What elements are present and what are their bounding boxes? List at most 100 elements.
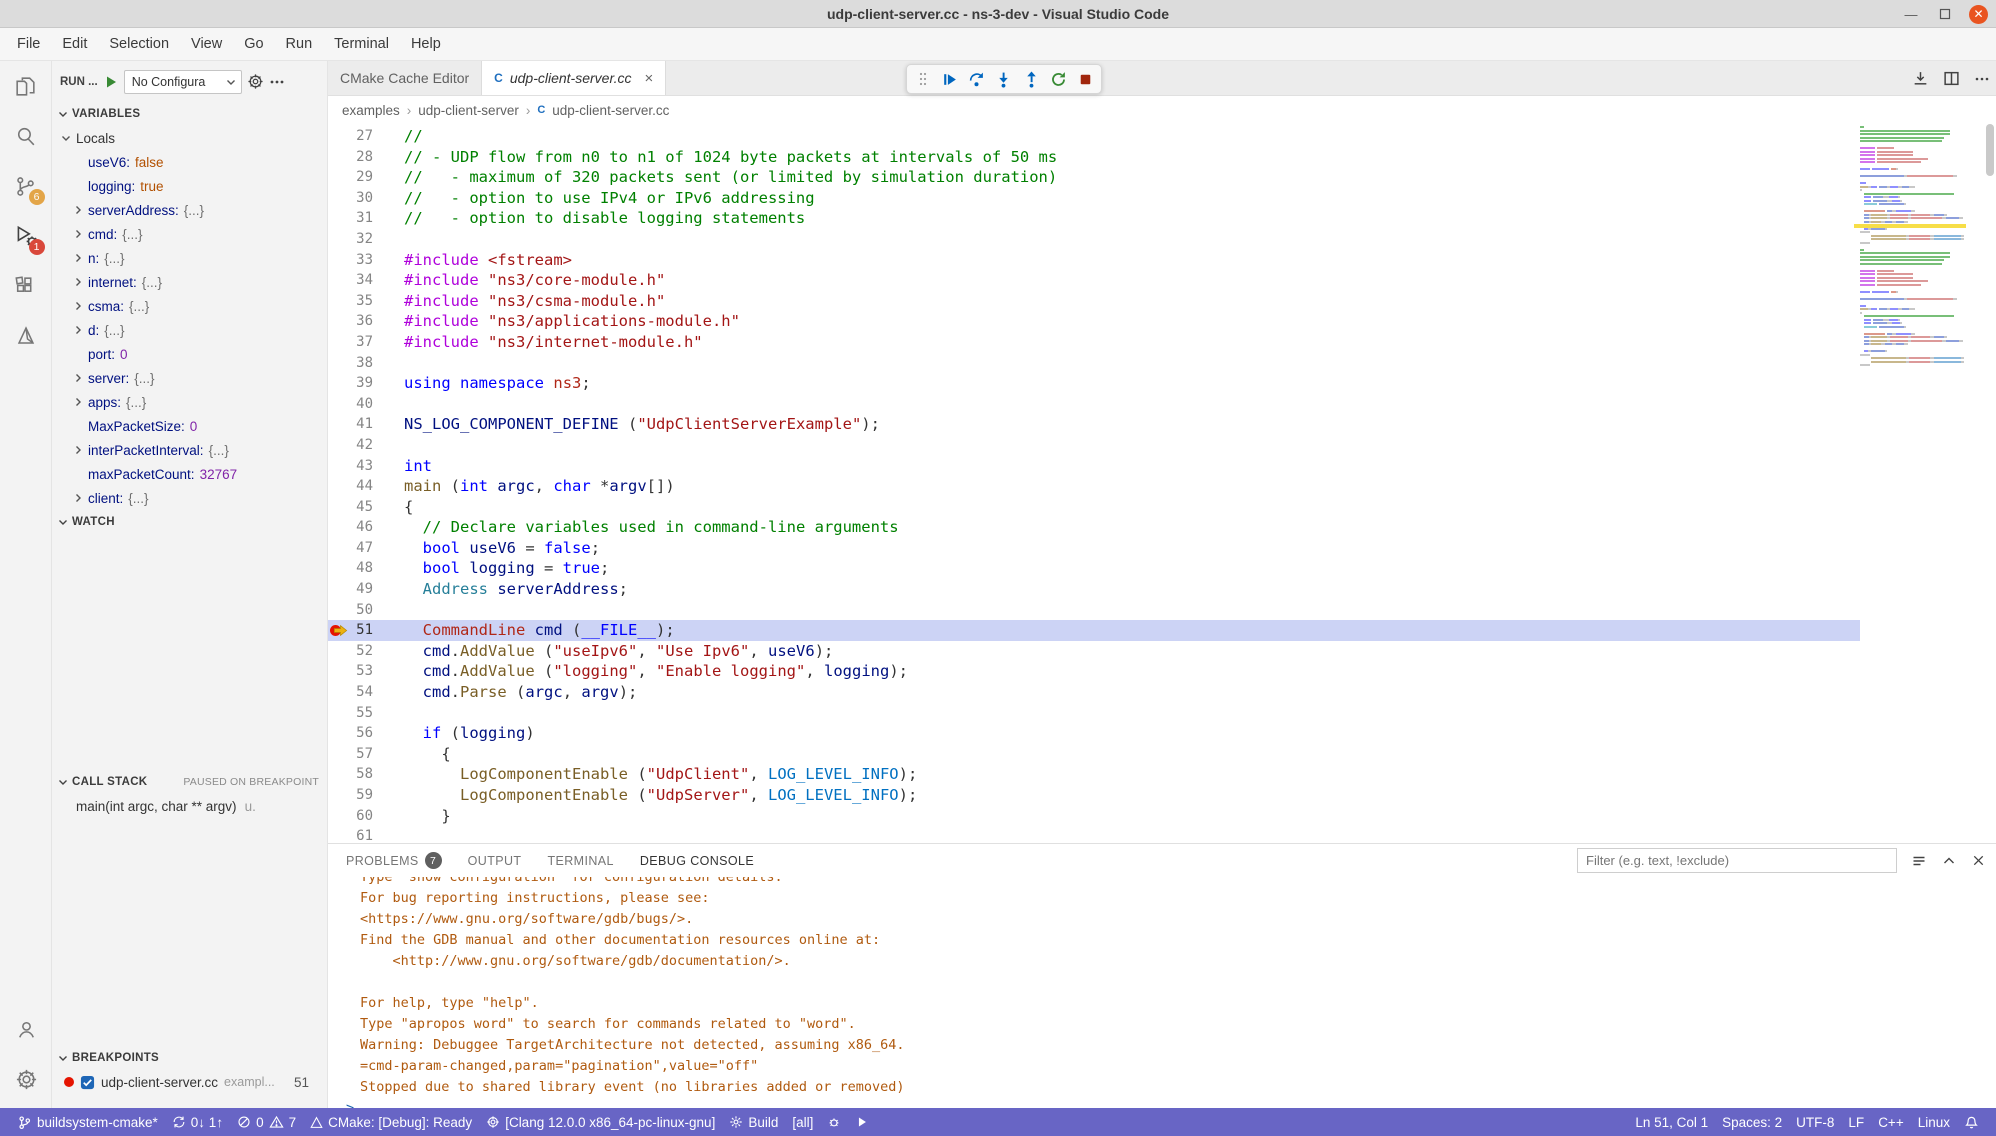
variable-row[interactable]: cmd:{...}: [52, 222, 327, 246]
gutter-glyph-margin[interactable]: [328, 126, 350, 147]
gutter-glyph-margin[interactable]: [328, 147, 350, 168]
variables-scope-locals[interactable]: Locals: [52, 126, 327, 150]
eol-item[interactable]: LF: [1841, 1108, 1871, 1136]
gutter-glyph-margin[interactable]: [328, 208, 350, 229]
stack-frame[interactable]: main(int argc, char ** argv) u.: [52, 794, 327, 818]
code-line-45[interactable]: 45{: [328, 497, 1996, 518]
editor-scrollbar[interactable]: [1986, 124, 1994, 176]
gutter-glyph-margin[interactable]: [328, 167, 350, 188]
cmake-kit-item[interactable]: [Clang 12.0.0 x86_64-pc-linux-gnu]: [479, 1108, 722, 1136]
gutter-glyph-margin[interactable]: [328, 826, 350, 843]
gutter-glyph-margin[interactable]: [328, 497, 350, 518]
debug-target-item[interactable]: [820, 1108, 848, 1136]
code-line-47[interactable]: 47 bool useV6 = false;: [328, 538, 1996, 559]
menu-help[interactable]: Help: [400, 28, 452, 61]
code-line-36[interactable]: 36#include "ns3/applications-module.h": [328, 311, 1996, 332]
code-line-57[interactable]: 57 {: [328, 744, 1996, 765]
explorer-icon[interactable]: [0, 61, 52, 111]
gutter-glyph-margin[interactable]: [328, 641, 350, 662]
gutter-glyph-margin[interactable]: [328, 806, 350, 827]
tab-problems[interactable]: PROBLEMS 7: [346, 852, 442, 869]
stop-button[interactable]: [1074, 66, 1097, 92]
variable-row[interactable]: interPacketInterval:{...}: [52, 438, 327, 462]
variable-row[interactable]: d:{...}: [52, 318, 327, 342]
code-line-54[interactable]: 54 cmd.Parse (argc, argv);: [328, 682, 1996, 703]
gutter-glyph-margin[interactable]: [328, 188, 350, 209]
debug-gear-icon[interactable]: [247, 73, 264, 90]
code-line-49[interactable]: 49 Address serverAddress;: [328, 579, 1996, 600]
code-line-27[interactable]: 27//: [328, 126, 1996, 147]
cursor-position-item[interactable]: Ln 51, Col 1: [1628, 1108, 1715, 1136]
step-out-button[interactable]: [1020, 66, 1043, 92]
breakpoint-checkbox[interactable]: [80, 1075, 95, 1090]
gutter-glyph-margin[interactable]: [328, 250, 350, 271]
step-over-button[interactable]: [965, 66, 988, 92]
variable-row[interactable]: apps:{...}: [52, 390, 327, 414]
editor-more-actions-icon[interactable]: [1974, 71, 1990, 87]
language-mode-item[interactable]: C++: [1871, 1108, 1911, 1136]
gutter-glyph-margin[interactable]: [328, 291, 350, 312]
variable-row[interactable]: serverAddress:{...}: [52, 198, 327, 222]
variable-row[interactable]: internet:{...}: [52, 270, 327, 294]
code-line-31[interactable]: 31// - option to disable logging stateme…: [328, 208, 1996, 229]
restore-button[interactable]: [1935, 4, 1955, 24]
tab-output[interactable]: OUTPUT: [468, 854, 522, 868]
code-line-56[interactable]: 56 if (logging): [328, 723, 1996, 744]
gutter-glyph-margin[interactable]: [328, 703, 350, 724]
gutter-glyph-margin[interactable]: [328, 229, 350, 250]
console-filter-input[interactable]: [1577, 848, 1897, 873]
os-item[interactable]: Linux: [1911, 1108, 1957, 1136]
step-into-button[interactable]: [992, 66, 1015, 92]
breadcrumb-folder[interactable]: udp-client-server: [418, 103, 519, 118]
variables-section-header[interactable]: VARIABLES: [52, 102, 327, 126]
code-line-43[interactable]: 43int: [328, 456, 1996, 477]
gutter-glyph-margin[interactable]: [328, 517, 350, 538]
clear-console-icon[interactable]: [1911, 853, 1927, 869]
search-icon[interactable]: [0, 111, 52, 161]
gutter-glyph-margin[interactable]: [328, 394, 350, 415]
code-line-58[interactable]: 58 LogComponentEnable ("UdpClient", LOG_…: [328, 764, 1996, 785]
more-actions-icon[interactable]: [269, 74, 285, 90]
code-line-41[interactable]: 41NS_LOG_COMPONENT_DEFINE ("UdpClientSer…: [328, 414, 1996, 435]
notifications-bell-item[interactable]: [1957, 1108, 1986, 1136]
code-line-40[interactable]: 40: [328, 394, 1996, 415]
breakpoints-section-header[interactable]: BREAKPOINTS: [52, 1046, 327, 1070]
code-line-39[interactable]: 39using namespace ns3;: [328, 373, 1996, 394]
tab-cmake-cache-editor[interactable]: CMake Cache Editor: [328, 61, 482, 95]
code-line-37[interactable]: 37#include "ns3/internet-module.h": [328, 332, 1996, 353]
cmake-build-button[interactable]: Build: [722, 1108, 785, 1136]
cmake-status-item[interactable]: CMake: [Debug]: Ready: [303, 1108, 479, 1136]
indentation-item[interactable]: Spaces: 2: [1715, 1108, 1789, 1136]
code-line-52[interactable]: 52 cmd.AddValue ("useIpv6", "Use Ipv6", …: [328, 641, 1996, 662]
gutter-glyph-margin[interactable]: [328, 476, 350, 497]
gutter-glyph-margin[interactable]: [328, 353, 350, 374]
encoding-item[interactable]: UTF-8: [1789, 1108, 1841, 1136]
extensions-icon[interactable]: [0, 261, 52, 311]
tab-terminal[interactable]: TERMINAL: [547, 854, 613, 868]
gutter-glyph-margin[interactable]: [328, 270, 350, 291]
debug-configuration-select[interactable]: No Configura: [124, 70, 242, 94]
run-and-debug-icon[interactable]: 1: [0, 211, 52, 261]
minimize-button[interactable]: —: [1901, 4, 1921, 24]
code-line-35[interactable]: 35#include "ns3/csma-module.h": [328, 291, 1996, 312]
sync-changes-item[interactable]: 0↓ 1↑: [165, 1108, 230, 1136]
code-line-33[interactable]: 33#include <fstream>: [328, 250, 1996, 271]
code-line-50[interactable]: 50: [328, 600, 1996, 621]
code-line-44[interactable]: 44main (int argc, char *argv[]): [328, 476, 1996, 497]
download-icon[interactable]: [1912, 70, 1929, 87]
code-line-59[interactable]: 59 LogComponentEnable ("UdpServer", LOG_…: [328, 785, 1996, 806]
variable-row[interactable]: n:{...}: [52, 246, 327, 270]
toolbar-drag-handle[interactable]: [911, 66, 934, 92]
code-line-38[interactable]: 38: [328, 353, 1996, 374]
variable-row[interactable]: maxPacketCount:32767: [52, 462, 327, 486]
menu-edit[interactable]: Edit: [51, 28, 98, 61]
close-button[interactable]: ✕: [1969, 5, 1988, 24]
variable-row[interactable]: client:{...}: [52, 486, 327, 510]
variable-row[interactable]: csma:{...}: [52, 294, 327, 318]
code-line-61[interactable]: 61: [328, 826, 1996, 843]
source-control-icon[interactable]: 6: [0, 161, 52, 211]
code-line-48[interactable]: 48 bool logging = true;: [328, 558, 1996, 579]
close-panel-icon[interactable]: [1971, 853, 1986, 868]
git-branch-item[interactable]: buildsystem-cmake*: [10, 1108, 165, 1136]
gutter-glyph-margin[interactable]: [328, 682, 350, 703]
